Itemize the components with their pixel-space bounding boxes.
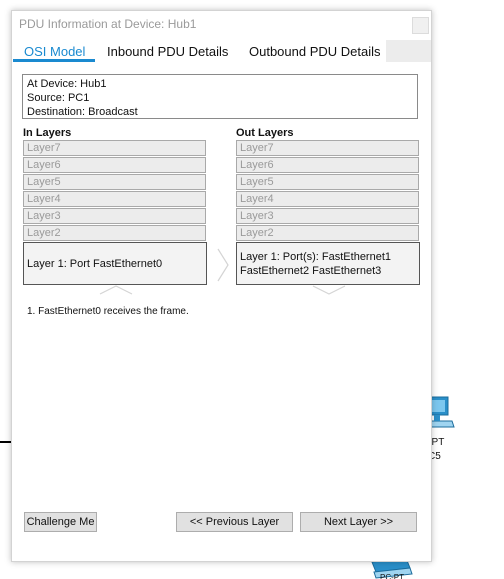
- out-layer-4[interactable]: Layer4: [236, 191, 419, 207]
- in-layer-4[interactable]: Layer4: [23, 191, 206, 207]
- device-info: At Device: Hub1: [27, 78, 107, 90]
- destination-info: Destination: Broadcast: [27, 106, 138, 118]
- out-layer-1-label: Layer 1: Port(s): FastEthernet1 FastEthe…: [240, 250, 391, 278]
- in-layer-3[interactable]: Layer3: [23, 208, 206, 224]
- out-layer-2[interactable]: Layer2: [236, 225, 419, 241]
- pdu-info-box: At Device: Hub1 Source: PC1 Destination:…: [22, 74, 418, 119]
- dialog-title: PDU Information at Device: Hub1: [19, 17, 197, 31]
- in-layer-2[interactable]: Layer2: [23, 225, 206, 241]
- out-layer-1-line2: FastEthernet2 FastEthernet3: [240, 264, 382, 277]
- out-layer-1[interactable]: Layer 1: Port(s): FastEthernet1 FastEthe…: [236, 242, 420, 285]
- in-layer-1[interactable]: Layer 1: Port FastEthernet0: [23, 242, 207, 285]
- tab-inbound-pdu-details[interactable]: Inbound PDU Details: [107, 44, 228, 59]
- out-layer-6[interactable]: Layer6: [236, 157, 419, 173]
- in-layer-5[interactable]: Layer5: [23, 174, 206, 190]
- out-layer-7[interactable]: Layer7: [236, 140, 419, 156]
- in-layer-1-label: Layer 1: Port FastEthernet0: [27, 257, 163, 270]
- device-label: PC-PT: [380, 573, 404, 579]
- in-layer-6[interactable]: Layer6: [23, 157, 206, 173]
- tab-bar-filler: [386, 40, 431, 62]
- out-layer-1-line1: Layer 1: Port(s): FastEthernet1: [240, 250, 392, 263]
- pdu-info-dialog: PDU Information at Device: Hub1 OSI Mode…: [11, 10, 432, 562]
- up-arrow-icon: [99, 285, 133, 295]
- challenge-me-button[interactable]: Challenge Me: [24, 512, 97, 532]
- active-tab-indicator: [13, 59, 95, 62]
- in-layer-7[interactable]: Layer7: [23, 140, 206, 156]
- previous-layer-button[interactable]: << Previous Layer: [176, 512, 293, 532]
- right-arrow-icon: [217, 248, 229, 282]
- tab-outbound-pdu-details[interactable]: Outbound PDU Details: [249, 44, 381, 59]
- next-layer-button[interactable]: Next Layer >>: [300, 512, 417, 532]
- out-layers-title: Out Layers: [236, 127, 294, 139]
- topology-link: [0, 441, 11, 443]
- step-description: 1. FastEthernet0 receives the frame.: [27, 306, 189, 317]
- out-layer-3[interactable]: Layer3: [236, 208, 419, 224]
- tab-osi-model[interactable]: OSI Model: [24, 44, 85, 59]
- down-arrow-icon: [312, 285, 346, 295]
- out-layer-5[interactable]: Layer5: [236, 174, 419, 190]
- in-layers-title: In Layers: [23, 127, 72, 139]
- close-button[interactable]: [412, 17, 429, 34]
- source-info: Source: PC1: [27, 92, 90, 104]
